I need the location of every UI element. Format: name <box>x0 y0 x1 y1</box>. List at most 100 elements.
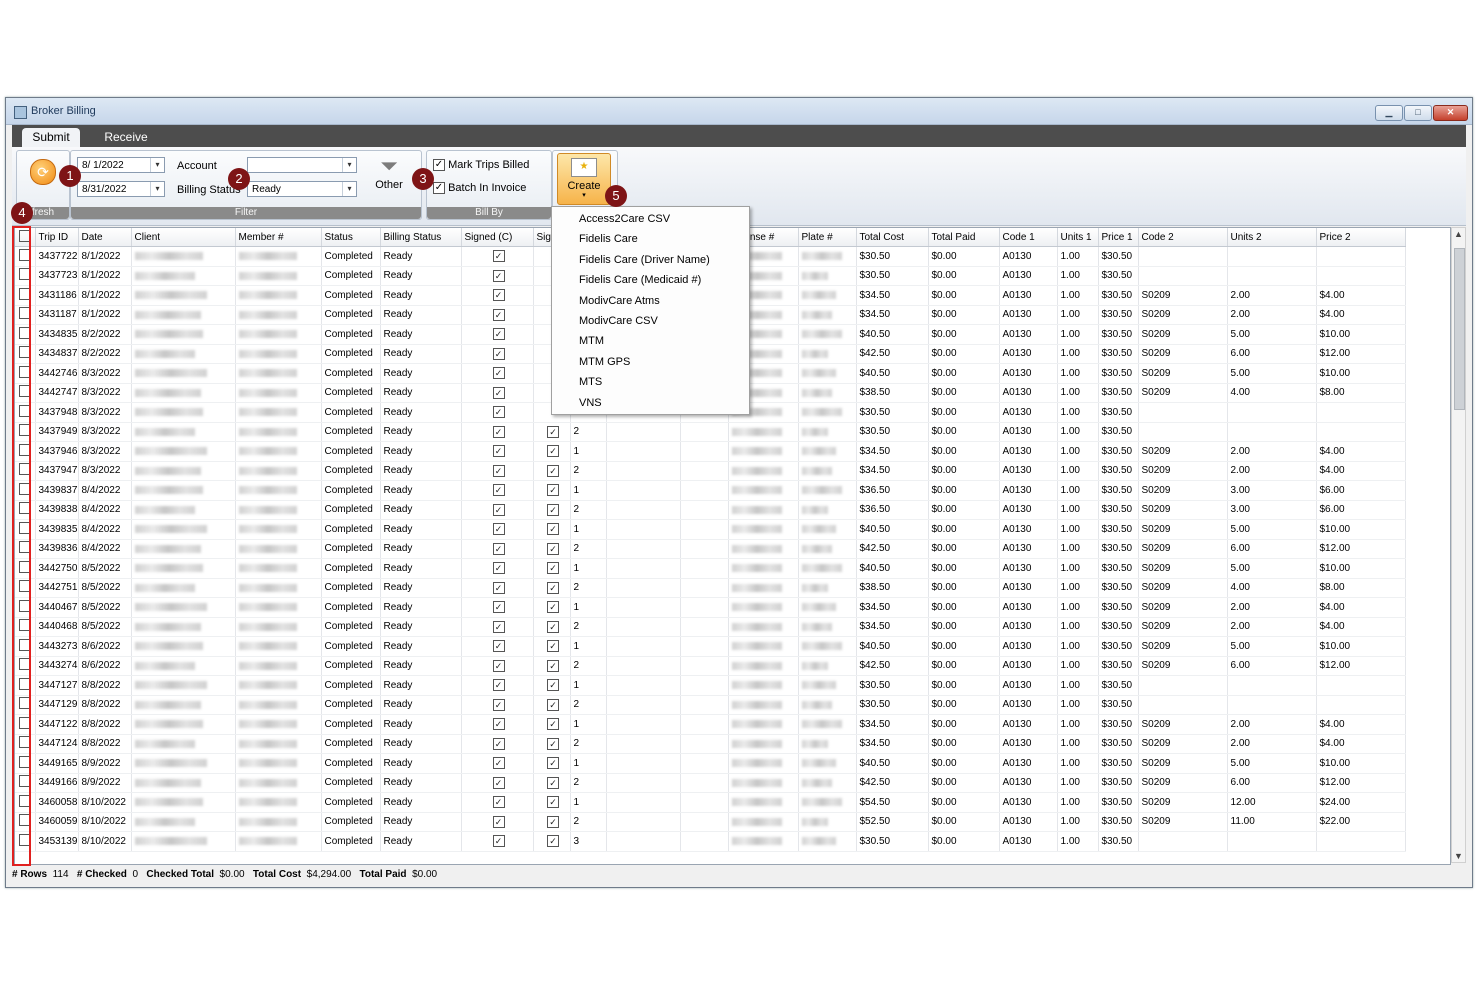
table-row[interactable]: 3443273 8/6/2022 Completed Ready ✓ ✓ 1 $40.50 $0… <box>15 636 1406 657</box>
row-checkbox[interactable] <box>18 697 31 710</box>
row-select-cell[interactable] <box>15 402 36 423</box>
row-select-cell[interactable] <box>15 675 36 696</box>
calendar-icon[interactable]: ▾ <box>150 182 164 196</box>
table-row[interactable]: 3447124 8/8/2022 Completed Ready ✓ ✓ 2 $34.50 $0… <box>15 734 1406 754</box>
table-row[interactable]: 3439835 8/4/2022 Completed Ready ✓ ✓ 1 $40.50 $0… <box>15 519 1406 540</box>
sig-checkbox[interactable]: ✓ <box>547 698 559 711</box>
table-row[interactable]: 3460058 8/10/2022 Completed Ready ✓ ✓ 1 $54.50 $… <box>15 792 1406 813</box>
signed-checkbox[interactable]: ✓ <box>492 328 505 341</box>
row-select-cell[interactable] <box>15 714 36 735</box>
close-button[interactable]: ✕ <box>1433 105 1468 121</box>
table-row[interactable]: 3440468 8/5/2022 Completed Ready ✓ ✓ 2 $34.50 $0… <box>15 617 1406 637</box>
row-checkbox[interactable] <box>18 736 31 749</box>
sig-checkbox[interactable]: ✓ <box>547 776 559 789</box>
row-checkbox[interactable] <box>18 658 31 671</box>
row-checkbox[interactable] <box>18 638 31 651</box>
refresh-icon[interactable]: ⟳ <box>30 159 56 185</box>
table-row[interactable]: 3449166 8/9/2022 Completed Ready ✓ ✓ 2 $42.50 $0… <box>15 773 1406 793</box>
sig-checkbox[interactable]: ✓ <box>547 679 559 692</box>
row-select-cell[interactable] <box>15 558 36 579</box>
sig-checkbox[interactable]: ✓ <box>547 815 559 828</box>
row-checkbox[interactable] <box>18 580 31 593</box>
signed-checkbox[interactable]: ✓ <box>492 601 505 614</box>
sig-checkbox[interactable]: ✓ <box>547 640 559 653</box>
column-header[interactable]: Billing Status <box>380 228 462 247</box>
column-header[interactable]: Units 1 <box>1057 228 1099 247</box>
column-header[interactable]: Total Cost <box>856 228 929 247</box>
sig-checkbox[interactable]: ✓ <box>547 737 559 750</box>
row-select-cell[interactable] <box>15 461 36 481</box>
row-checkbox[interactable] <box>18 326 31 339</box>
select-all-checkbox[interactable] <box>18 229 31 242</box>
sig-checkbox[interactable]: ✓ <box>547 464 559 477</box>
row-checkbox[interactable] <box>18 365 31 378</box>
column-header[interactable]: Trip ID <box>35 228 79 247</box>
vertical-scrollbar[interactable]: ▲ ▼ <box>1451 227 1466 863</box>
create-menu-item[interactable]: Fidelis Care <box>579 233 638 245</box>
signed-checkbox[interactable]: ✓ <box>492 523 505 536</box>
table-row[interactable]: 3442750 8/5/2022 Completed Ready ✓ ✓ 1 $40.50 $0… <box>15 558 1406 579</box>
mark-trips-billed-checkbox[interactable]: ✓ <box>433 159 445 172</box>
tab-submit[interactable]: Submit <box>22 128 80 147</box>
signed-checkbox[interactable]: ✓ <box>492 776 505 789</box>
sig-checkbox[interactable]: ✓ <box>547 484 559 497</box>
row-select-cell[interactable] <box>15 734 36 754</box>
create-button[interactable]: ★ Create ▾ <box>557 153 611 205</box>
row-checkbox[interactable] <box>18 385 31 398</box>
row-select-cell[interactable] <box>15 285 36 306</box>
row-select-cell[interactable] <box>15 246 36 267</box>
table-row[interactable]: 3447122 8/8/2022 Completed Ready ✓ ✓ 1 $34.50 $0… <box>15 714 1406 735</box>
select-all-header[interactable] <box>15 228 36 247</box>
row-checkbox[interactable] <box>18 287 31 300</box>
row-checkbox[interactable] <box>18 424 31 437</box>
row-select-cell[interactable] <box>15 344 36 364</box>
column-header[interactable]: Signed (C) <box>461 228 534 247</box>
signed-checkbox[interactable]: ✓ <box>492 367 505 380</box>
table-row[interactable]: 3449165 8/9/2022 Completed Ready ✓ ✓ 1 $40.50 $0… <box>15 753 1406 774</box>
column-header[interactable]: Price 2 <box>1316 228 1406 247</box>
table-row[interactable]: 3437947 8/3/2022 Completed Ready ✓ ✓ 2 $34.50 $0… <box>15 461 1406 481</box>
row-checkbox[interactable] <box>18 833 31 846</box>
mark-trips-billed-option[interactable]: ✓ Mark Trips Billed <box>433 159 529 172</box>
sig-checkbox[interactable]: ✓ <box>547 562 559 575</box>
signed-checkbox[interactable]: ✓ <box>492 406 505 419</box>
table-row[interactable]: 3447129 8/8/2022 Completed Ready ✓ ✓ 2 $30.50 $0… <box>15 695 1406 715</box>
signed-checkbox[interactable]: ✓ <box>492 815 505 828</box>
sig-checkbox[interactable]: ✓ <box>547 796 559 809</box>
table-row[interactable]: 3437949 8/3/2022 Completed Ready ✓ ✓ 2 $30.50 $0… <box>15 422 1406 442</box>
sig-checkbox[interactable]: ✓ <box>547 425 559 438</box>
row-checkbox[interactable] <box>18 716 31 729</box>
maximize-button[interactable]: □ <box>1404 105 1432 121</box>
signed-checkbox[interactable]: ✓ <box>492 640 505 653</box>
minimize-button[interactable]: ▁ <box>1375 105 1403 121</box>
column-header[interactable]: Plate # <box>798 228 857 247</box>
sig-checkbox[interactable]: ✓ <box>547 601 559 614</box>
scroll-down-icon[interactable]: ▼ <box>1454 851 1463 861</box>
create-menu-item[interactable]: Fidelis Care (Driver Name) <box>579 254 710 266</box>
create-menu-item[interactable]: MTM GPS <box>579 356 630 368</box>
tab-receive[interactable]: Receive <box>92 128 160 147</box>
row-select-cell[interactable] <box>15 480 36 501</box>
row-checkbox[interactable] <box>18 541 31 554</box>
row-checkbox[interactable] <box>18 677 31 690</box>
create-menu-item[interactable]: VNS <box>579 397 602 409</box>
sig-checkbox[interactable]: ✓ <box>547 503 559 516</box>
row-select-cell[interactable] <box>15 519 36 540</box>
date-to-picker[interactable]: 8/31/2022 ▾ <box>77 181 165 197</box>
row-select-cell[interactable] <box>15 617 36 637</box>
row-checkbox[interactable] <box>18 794 31 807</box>
create-menu-item[interactable]: ModivCare Atms <box>579 295 660 307</box>
row-select-cell[interactable] <box>15 773 36 793</box>
signed-checkbox[interactable]: ✓ <box>492 679 505 692</box>
sig-checkbox[interactable]: ✓ <box>547 718 559 731</box>
sig-checkbox[interactable]: ✓ <box>547 757 559 770</box>
row-checkbox[interactable] <box>18 346 31 359</box>
row-checkbox[interactable] <box>18 814 31 827</box>
signed-checkbox[interactable]: ✓ <box>492 796 505 809</box>
signed-checkbox[interactable]: ✓ <box>492 562 505 575</box>
row-checkbox[interactable] <box>18 502 31 515</box>
column-header[interactable]: Status <box>321 228 381 247</box>
row-checkbox[interactable] <box>18 268 31 281</box>
table-row[interactable]: 3460059 8/10/2022 Completed Ready ✓ ✓ 2 $52.50 $… <box>15 812 1406 832</box>
row-select-cell[interactable] <box>15 305 36 325</box>
